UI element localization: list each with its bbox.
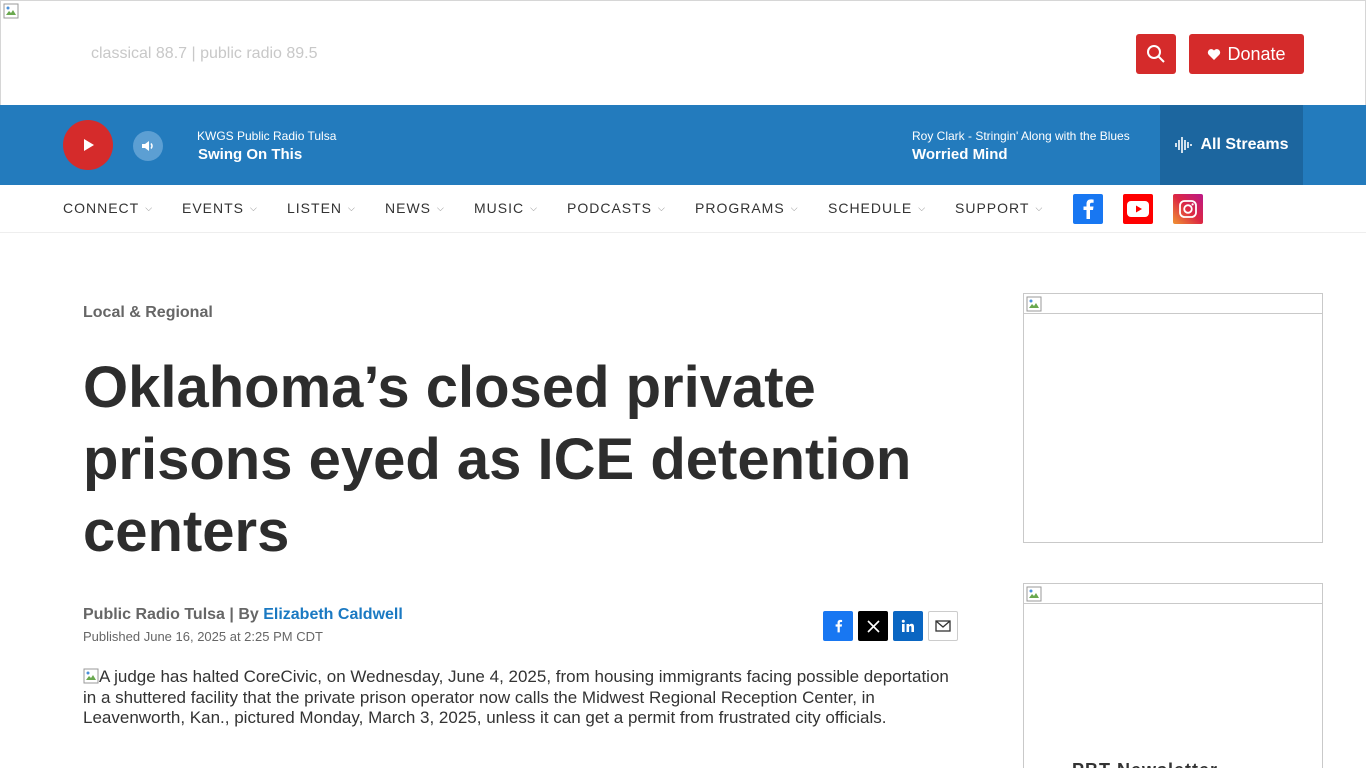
facebook-link[interactable] <box>1073 194 1103 224</box>
nav-item-schedule[interactable]: SCHEDULE ⌵ <box>828 200 926 216</box>
nav-item-news[interactable]: NEWS ⌵ <box>385 200 445 216</box>
station-tagline: classical 88.7 | public radio 89.5 <box>91 45 318 62</box>
sidebar-ad-2[interactable]: PBT Newsletter <box>1023 583 1323 768</box>
nav-item-listen[interactable]: LISTEN ⌵ <box>287 200 356 216</box>
byline-source: Public Radio Tulsa | By <box>83 606 264 623</box>
nav-label: PROGRAMS <box>695 200 785 216</box>
volume-button[interactable] <box>133 131 163 161</box>
ad-image-frame <box>1024 294 1322 314</box>
nav-item-events[interactable]: EVENTS ⌵ <box>182 200 258 216</box>
nav-label: PODCASTS <box>567 200 653 216</box>
nav-label: SCHEDULE <box>828 200 913 216</box>
broken-logo-image-icon[interactable] <box>3 3 19 19</box>
nav-label: CONNECT <box>63 200 140 216</box>
play-button[interactable] <box>63 120 113 170</box>
audio-wave-icon <box>1175 137 1193 153</box>
nav-label: MUSIC <box>474 200 525 216</box>
nav-label: LISTEN <box>287 200 343 216</box>
chevron-down-icon: ⌵ <box>658 203 666 213</box>
sidebar-ad-1[interactable] <box>1023 293 1323 543</box>
youtube-link[interactable] <box>1123 194 1153 224</box>
nav-item-podcasts[interactable]: PODCASTS ⌵ <box>567 200 666 216</box>
share-x-button[interactable] <box>858 611 888 641</box>
nav-label: EVENTS <box>182 200 245 216</box>
article-headline: Oklahoma’s closed private prisons eyed a… <box>83 355 912 564</box>
main-navigation: CONNECT ⌵ EVENTS ⌵ LISTEN ⌵ NEWS ⌵ MUSIC ⌵ PO… <box>0 185 1366 233</box>
heart-icon <box>1208 48 1221 60</box>
live-player-bar: KWGS Public Radio Tulsa Swing On This Ro… <box>0 105 1366 185</box>
now-playing-station: KWGS Public Radio Tulsa <box>197 129 337 143</box>
broken-image-icon <box>83 668 99 684</box>
facebook-icon <box>835 619 842 633</box>
linkedin-icon <box>901 619 914 632</box>
nav-item-connect[interactable]: CONNECT ⌵ <box>63 200 153 216</box>
nav-item-music[interactable]: MUSIC ⌵ <box>474 200 538 216</box>
nav-item-support[interactable]: SUPPORT ⌵ <box>955 200 1043 216</box>
nav-label: SUPPORT <box>955 200 1030 216</box>
youtube-icon <box>1127 201 1149 217</box>
chevron-down-icon: ⌵ <box>250 203 258 213</box>
chevron-down-icon: ⌵ <box>530 203 538 213</box>
broken-image-icon <box>1026 296 1042 312</box>
chevron-down-icon: ⌵ <box>145 203 154 213</box>
donate-button[interactable]: Donate <box>1189 34 1304 74</box>
article-image-alt-text: A judge has halted CoreCivic, on Wednesd… <box>83 667 953 729</box>
facebook-icon <box>1083 199 1094 219</box>
chevron-down-icon: ⌵ <box>918 203 927 213</box>
instagram-link[interactable] <box>1173 194 1203 224</box>
play-icon <box>84 139 94 151</box>
nav-item-programs[interactable]: PROGRAMS ⌵ <box>695 200 799 216</box>
all-streams-label: All Streams <box>1200 136 1289 153</box>
site-header: classical 88.7 | public radio 89.5 Donat… <box>0 0 1366 105</box>
chevron-down-icon: ⌵ <box>1035 203 1044 213</box>
article-section-label[interactable]: Local & Regional <box>83 304 213 322</box>
x-icon <box>866 619 880 633</box>
ad-image-frame <box>1024 584 1322 604</box>
email-icon <box>935 620 951 632</box>
up-next-station: Roy Clark - Stringin' Along with the Blu… <box>912 129 1130 143</box>
chevron-down-icon: ⌵ <box>790 203 799 213</box>
broken-image-icon <box>1026 586 1042 602</box>
author-link[interactable]: Elizabeth Caldwell <box>263 606 403 623</box>
chevron-down-icon: ⌵ <box>348 203 356 213</box>
now-playing-title[interactable]: Swing On This <box>198 146 302 163</box>
ad-partial-heading: PBT Newsletter <box>1072 760 1218 768</box>
nav-label: NEWS <box>385 200 431 216</box>
all-streams-button[interactable]: All Streams <box>1160 105 1303 185</box>
search-button[interactable] <box>1136 34 1176 74</box>
share-facebook-button[interactable] <box>823 611 853 641</box>
share-email-button[interactable] <box>928 611 958 641</box>
instagram-icon <box>1179 200 1197 218</box>
chevron-down-icon: ⌵ <box>437 203 445 213</box>
share-linkedin-button[interactable] <box>893 611 923 641</box>
article-byline: Public Radio Tulsa | By Elizabeth Caldwe… <box>83 606 403 624</box>
image-alt-text: A judge has halted CoreCivic, on Wednesd… <box>83 667 949 727</box>
published-date: Published June 16, 2025 at 2:25 PM CDT <box>83 629 323 644</box>
volume-icon <box>142 141 153 151</box>
donate-label: Donate <box>1227 43 1286 64</box>
search-icon <box>1147 45 1165 63</box>
up-next-title[interactable]: Worried Mind <box>912 146 1008 163</box>
